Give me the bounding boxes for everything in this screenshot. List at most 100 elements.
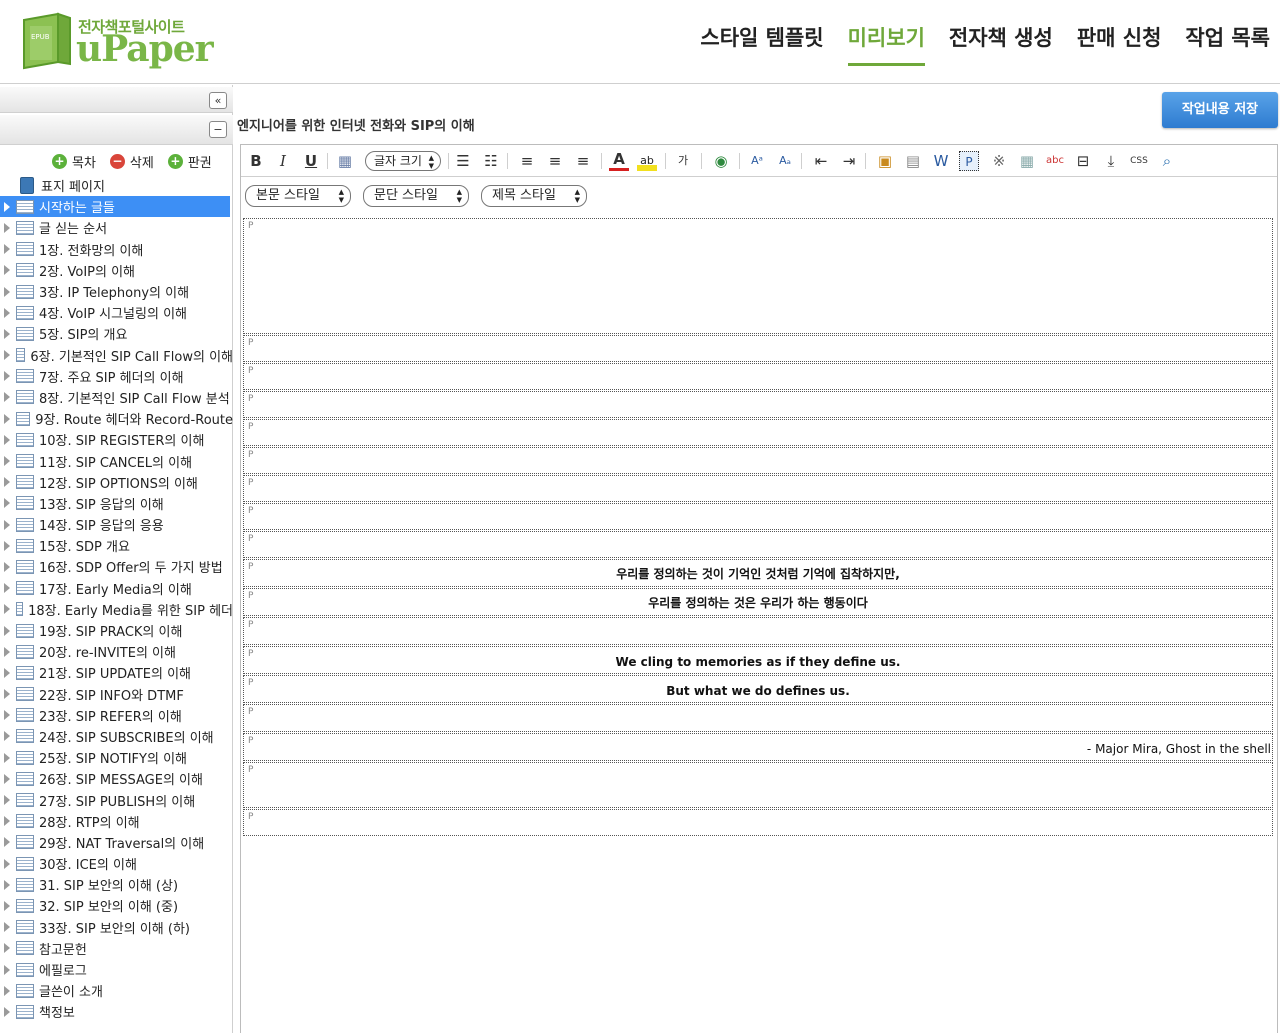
font-size-select[interactable]: 글자 크기 ▲ ▼ <box>365 151 441 171</box>
nav-item[interactable]: 스타일 템플릿 <box>700 22 823 62</box>
paragraph-block[interactable]: P <box>243 809 1273 836</box>
expand-arrow-icon[interactable] <box>4 540 10 551</box>
body-style-select[interactable]: 본문 스타일 ▲ ▼ <box>245 185 351 207</box>
expand-arrow-icon[interactable] <box>4 667 10 678</box>
css-icon[interactable]: CSS <box>1129 151 1149 171</box>
strikethrough-icon[interactable]: abc <box>1045 151 1065 171</box>
toc-item[interactable]: 참고문헌 <box>0 938 233 959</box>
expand-arrow-icon[interactable] <box>4 350 10 361</box>
paragraph-block[interactable]: P 우리를 정의하는 것이 기억인 것처럼 기억에 집착하지만, <box>243 559 1273 587</box>
highlight-icon[interactable]: ab <box>637 151 657 171</box>
ruby-text-icon[interactable]: 가 <box>673 151 693 171</box>
toc-item[interactable]: 19장. SIP PRACK의 이해 <box>0 620 233 641</box>
image-icon[interactable]: ▣ <box>875 151 895 171</box>
paragraph-block[interactable]: P <box>243 531 1273 558</box>
outdent-icon[interactable]: ⇤ <box>811 151 831 171</box>
toc-item[interactable]: 12장. SIP OPTIONS의 이해 <box>0 472 233 493</box>
expand-arrow-icon[interactable] <box>4 689 10 700</box>
expand-arrow-icon[interactable] <box>4 307 10 318</box>
toc-item[interactable]: 4장. VoIP 시그널링의 이해 <box>0 302 233 323</box>
collapse-sidebar-icon[interactable]: « <box>209 92 227 109</box>
toc-button[interactable]: + 목차 <box>52 152 96 171</box>
paragraph-block[interactable]: P <box>243 762 1273 808</box>
subscript-icon[interactable]: Aₐ <box>775 151 795 171</box>
expand-arrow-icon[interactable] <box>4 900 10 911</box>
expand-arrow-icon[interactable] <box>4 752 10 763</box>
bold-button[interactable]: B <box>246 151 266 171</box>
expand-arrow-icon[interactable] <box>4 286 10 297</box>
expand-arrow-icon[interactable] <box>4 244 10 255</box>
expand-arrow-icon[interactable] <box>4 519 10 530</box>
expand-arrow-icon[interactable] <box>4 943 10 954</box>
paragraph-block[interactable]: P- Major Mira, Ghost in the shell <box>243 733 1273 761</box>
style-picker-icon[interactable]: ▦ <box>335 151 355 171</box>
expand-arrow-icon[interactable] <box>4 456 10 467</box>
expand-arrow-icon[interactable] <box>4 434 10 445</box>
toc-item[interactable]: 25장. SIP NOTIFY의 이해 <box>0 747 233 768</box>
paragraph-block[interactable]: P <box>243 447 1273 474</box>
font-color-icon[interactable]: A <box>609 151 629 171</box>
save-disk-icon[interactable]: ▤ <box>903 151 923 171</box>
toc-item[interactable]: 3장. IP Telephony의 이해 <box>0 281 233 302</box>
page-break-icon[interactable]: ⤓ <box>1101 151 1121 171</box>
indent-icon[interactable]: ⇥ <box>839 151 859 171</box>
table-icon[interactable]: ▦ <box>1017 151 1037 171</box>
toc-item[interactable]: 1장. 전화망의 이해 <box>0 239 233 260</box>
expand-arrow-icon[interactable] <box>4 222 10 233</box>
toc-item[interactable]: 32. SIP 보안의 이해 (중) <box>0 895 233 916</box>
align-center-icon[interactable]: ≡ <box>545 151 565 171</box>
expand-arrow-icon[interactable] <box>4 498 10 509</box>
paragraph-block[interactable]: P 우리를 정의하는 것은 우리가 하는 행동이다 <box>243 588 1273 616</box>
toc-item[interactable]: 책정보 <box>0 1001 233 1022</box>
logo[interactable]: EPUB 전자책포털사이트 uPaper <box>18 10 214 74</box>
toc-item[interactable]: 14장. SIP 응답의 응용 <box>0 514 233 535</box>
toc-item[interactable]: 15장. SDP 개요 <box>0 535 233 556</box>
toc-item[interactable]: 10장. SIP REGISTER의 이해 <box>0 429 233 450</box>
align-right-icon[interactable]: ≡ <box>573 151 593 171</box>
paragraph-block[interactable]: P <box>243 475 1273 502</box>
expand-arrow-icon[interactable] <box>4 879 10 890</box>
expand-arrow-icon[interactable] <box>4 371 10 382</box>
paragraph-block[interactable]: P <box>243 419 1273 446</box>
ordered-list-icon[interactable]: ☰ <box>453 151 473 171</box>
paragraph-block[interactable]: P <box>243 391 1273 418</box>
toc-item[interactable]: 17장. Early Media의 이해 <box>0 578 233 599</box>
expand-arrow-icon[interactable] <box>4 795 10 806</box>
toc-item[interactable]: 22장. SIP INFO와 DTMF <box>0 684 233 705</box>
toc-item[interactable]: 20장. re-INVITE의 이해 <box>0 641 233 662</box>
special-char-icon[interactable]: ※ <box>989 151 1009 171</box>
toc-item[interactable]: 13장. SIP 응답의 이해 <box>0 493 233 514</box>
toc-item[interactable]: 에필로그 <box>0 959 233 980</box>
unordered-list-icon[interactable]: ☷ <box>481 151 501 171</box>
toc-item[interactable]: 21장. SIP UPDATE의 이해 <box>0 662 233 683</box>
paragraph-block[interactable]: P <box>243 335 1273 362</box>
toc-item[interactable]: 33장. SIP 보안의 이해 (하) <box>0 917 233 938</box>
toc-item[interactable]: 28장. RTP의 이해 <box>0 811 233 832</box>
expand-arrow-icon[interactable] <box>4 265 10 276</box>
italic-button[interactable]: I <box>273 151 293 171</box>
minus-icon[interactable]: − <box>209 121 227 138</box>
underline-button[interactable]: U <box>301 151 321 171</box>
nav-item[interactable]: 판매 신청 <box>1077 22 1162 62</box>
copyright-button[interactable]: + 판권 <box>167 152 212 171</box>
expand-arrow-icon[interactable] <box>4 858 10 869</box>
expand-arrow-icon[interactable] <box>4 392 10 403</box>
link-globe-icon[interactable]: ◉ <box>711 151 731 171</box>
toc-item[interactable]: 11장. SIP CANCEL의 이해 <box>0 450 233 471</box>
heading-style-select[interactable]: 제목 스타일 ▲ ▼ <box>481 185 587 207</box>
superscript-icon[interactable]: Aᵃ <box>747 151 767 171</box>
expand-arrow-icon[interactable] <box>4 837 10 848</box>
expand-arrow-icon[interactable] <box>4 604 10 615</box>
align-left-icon[interactable]: ≡ <box>517 151 537 171</box>
paragraph-block[interactable]: P <box>243 363 1273 390</box>
nav-item[interactable]: 미리보기 <box>847 22 926 66</box>
paragraph-block[interactable]: P <box>243 503 1273 530</box>
expand-arrow-icon[interactable] <box>4 731 10 742</box>
editor-content[interactable]: P P P P P P P P P P 우리를 정의하는 것이 기억인 것처럼 기억에 집착하지만,… <box>243 218 1273 837</box>
paragraph-block[interactable]: P We cling to memories as if they define … <box>243 646 1273 674</box>
toc-item-cover[interactable]: 표지 페이지 <box>0 175 233 196</box>
toc-item[interactable]: 5장. SIP의 개요 <box>0 323 233 344</box>
expand-arrow-icon[interactable] <box>4 328 10 339</box>
expand-arrow-icon[interactable] <box>4 625 10 636</box>
expand-arrow-icon[interactable] <box>4 583 10 594</box>
